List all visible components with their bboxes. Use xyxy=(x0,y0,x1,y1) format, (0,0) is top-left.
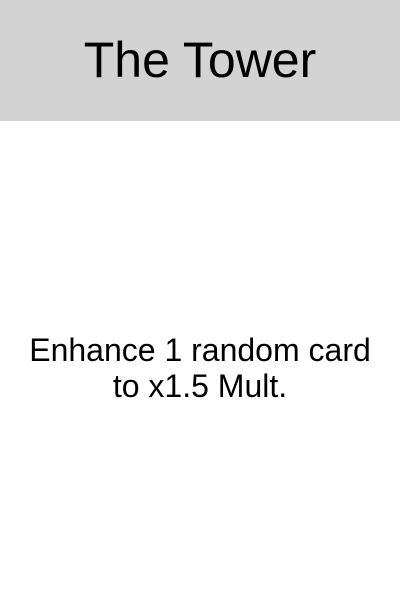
card-description: Enhance 1 random card to x1.5 Mult. xyxy=(29,332,371,404)
card-header: The Tower xyxy=(0,0,400,121)
card-title: The Tower xyxy=(83,31,317,88)
card-body: Enhance 1 random card to x1.5 Mult. xyxy=(0,121,400,600)
tarot-card: The Tower Enhance 1 random card to x1.5 … xyxy=(0,0,400,600)
